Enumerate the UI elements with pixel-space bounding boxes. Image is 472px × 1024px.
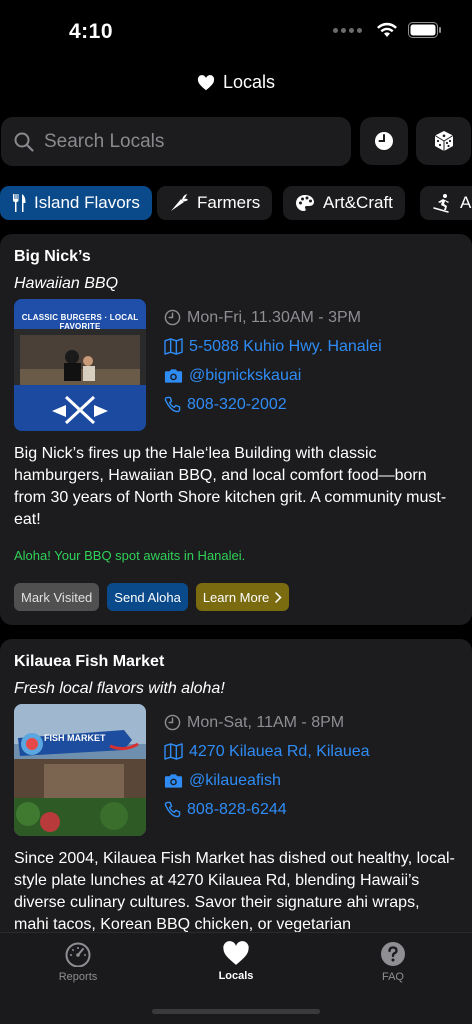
clock-icon — [164, 309, 181, 326]
fork-knife-icon — [13, 194, 26, 212]
chip-label: Art&Craft — [323, 193, 393, 212]
chip-label: Farmers — [197, 193, 261, 212]
phone-icon — [164, 801, 181, 818]
nav-title-label: Locals — [222, 72, 276, 92]
learn-more-button[interactable]: Learn More — [195, 583, 290, 611]
phone-link[interactable]: 808-320-2002 — [164, 390, 382, 419]
hours-row: Mon-Fri, 11.30AM - 3PM — [164, 303, 382, 332]
card-description: Big Nick’s fires up the Hale‘lea Buildin… — [14, 445, 447, 528]
instagram-text: @bignickskauai — [189, 366, 302, 384]
search-placeholder: Search Locals — [44, 130, 165, 152]
palette-icon — [296, 195, 314, 211]
card-info: Mon-Fri, 11.30AM - 3PM 5-5088 Kuhio Hwy.… — [164, 299, 382, 431]
thumb-sign-text: FISH MARKET — [44, 733, 106, 743]
instagram-text: @kilaueafish — [189, 771, 281, 789]
hours-row: Mon-Sat, 11AM - 8PM — [164, 708, 370, 737]
chip-activities[interactable]: A — [420, 186, 472, 220]
card-photo[interactable]: FISH MARKET — [14, 704, 146, 836]
map-icon — [164, 338, 183, 355]
chip-label: Island Flavors — [34, 193, 140, 212]
history-button[interactable] — [360, 117, 408, 165]
card-description: Since 2004, Kilauea Fish Market has dish… — [14, 850, 455, 933]
instagram-link[interactable]: @kilaueafish — [164, 766, 370, 795]
tab-label: Reports — [58, 971, 98, 983]
heart-icon — [197, 74, 215, 90]
card-name: Big Nick’s — [14, 248, 91, 265]
search-input[interactable]: Search Locals — [1, 117, 351, 166]
card-media: FISH MARKET Mon-Sat, 11AM - 8PM 4270 Kil… — [14, 704, 458, 836]
home-indicator — [152, 1009, 320, 1014]
local-card[interactable]: Kilauea Fish Market Fresh local flavors … — [0, 639, 472, 959]
mark-visited-button[interactable]: Mark Visited — [14, 583, 100, 611]
instagram-link[interactable]: @bignickskauai — [164, 361, 382, 390]
address-link[interactable]: 5-5088 Kuhio Hwy. Hanalei — [164, 332, 382, 361]
nav-title: Locals — [0, 72, 472, 93]
skier-icon — [433, 194, 449, 213]
wifi-icon — [377, 22, 397, 37]
card-media: CLASSIC BURGERS · LOCAL FAVORITE Mon-Fri… — [14, 299, 458, 431]
battery-icon — [408, 22, 441, 38]
clock-icon — [164, 714, 181, 731]
heart-icon — [223, 941, 249, 965]
phone-icon — [164, 396, 181, 413]
aloha-message: Aloha! Your BBQ spot awaits in Hanalei. — [14, 548, 246, 563]
category-chips: Island Flavors Farmers Art&Craft A — [0, 186, 472, 220]
phone-link[interactable]: 808-828-6244 — [164, 795, 370, 824]
tab-locals[interactable]: Locals — [186, 941, 286, 982]
carrot-icon — [171, 194, 188, 211]
clock-icon — [375, 132, 393, 150]
local-card[interactable]: Big Nick’s Hawaiian BBQ CLASSIC BURGERS … — [0, 234, 472, 625]
hours-text: Mon-Fri, 11.30AM - 3PM — [187, 308, 361, 326]
chip-art-craft[interactable]: Art&Craft — [283, 186, 405, 220]
signal-dots-icon — [333, 27, 362, 33]
hours-text: Mon-Sat, 11AM - 8PM — [187, 713, 345, 731]
chevron-right-icon — [275, 591, 282, 603]
tab-faq[interactable]: FAQ — [343, 941, 443, 983]
card-actions: Mark Visited Send Aloha Learn More — [14, 583, 458, 611]
camera-icon — [164, 368, 183, 383]
camera-icon — [164, 773, 183, 788]
card-photo[interactable]: CLASSIC BURGERS · LOCAL FAVORITE — [14, 299, 146, 431]
fish-market-photo — [14, 704, 146, 836]
tab-label: Locals — [218, 970, 254, 982]
status-time: 4:10 — [69, 20, 114, 43]
learn-more-label: Learn More — [202, 589, 270, 605]
address-text: 5-5088 Kuhio Hwy. Hanalei — [189, 337, 382, 355]
thumb-sign-text: CLASSIC BURGERS · LOCAL FAVORITE — [21, 313, 139, 331]
chip-farmers[interactable]: Farmers — [157, 186, 273, 220]
random-button[interactable] — [416, 117, 471, 165]
phone-text: 808-828-6244 — [187, 800, 287, 818]
dice-icon — [434, 131, 453, 151]
card-info: Mon-Sat, 11AM - 8PM 4270 Kilauea Rd, Kil… — [164, 704, 370, 836]
tab-reports[interactable]: Reports — [28, 941, 128, 983]
address-link[interactable]: 4270 Kilauea Rd, Kilauea — [164, 737, 370, 766]
status-icons — [333, 22, 442, 38]
map-icon — [164, 743, 183, 760]
search-icon — [14, 132, 34, 152]
card-tagline: Hawaiian BBQ — [14, 275, 119, 292]
tab-label: FAQ — [381, 971, 404, 983]
send-aloha-button[interactable]: Send Aloha — [107, 583, 188, 611]
chip-label: A — [460, 193, 472, 212]
phone-text: 808-320-2002 — [187, 395, 287, 413]
question-icon — [381, 942, 405, 966]
card-tagline: Fresh local flavors with aloha! — [14, 680, 225, 697]
gauge-icon — [65, 942, 91, 967]
chip-island-flavors[interactable]: Island Flavors — [0, 186, 152, 220]
address-text: 4270 Kilauea Rd, Kilauea — [189, 742, 370, 760]
card-name: Kilauea Fish Market — [14, 653, 165, 670]
status-bar: 4:10 — [0, 0, 472, 62]
